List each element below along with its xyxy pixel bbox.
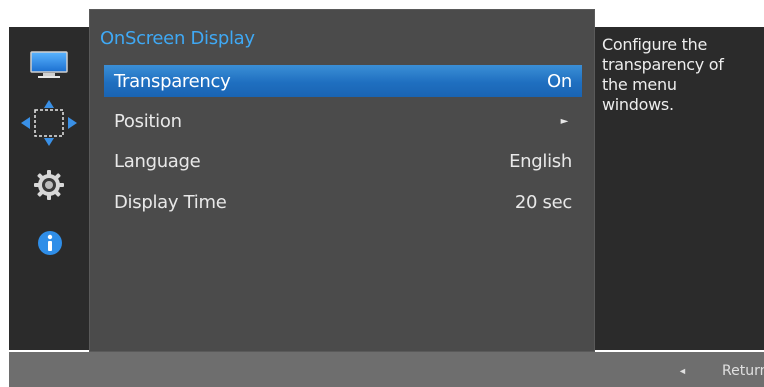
bottom-bar — [9, 352, 764, 387]
menu-item-value: English — [509, 150, 572, 172]
submenu-arrow-icon: ► — [560, 115, 569, 127]
settings-gear-icon[interactable] — [32, 168, 66, 202]
info-icon[interactable] — [37, 230, 63, 256]
return-button[interactable]: Return — [722, 363, 764, 379]
menu-item-transparency[interactable]: Transparency On — [104, 65, 582, 97]
menu-item-label: Position — [114, 110, 182, 132]
osd-screen: OnScreen Display Transparency On Positio… — [0, 0, 764, 387]
menu-title: OnScreen Display — [100, 28, 255, 49]
menu-item-label: Transparency — [114, 70, 231, 92]
menu-item-value: 20 sec — [514, 191, 572, 213]
monitor-icon[interactable] — [29, 50, 69, 80]
menu-item-position[interactable]: Position ► — [104, 105, 582, 137]
size-position-icon[interactable] — [21, 100, 77, 146]
menu-item-label: Display Time — [114, 191, 227, 213]
menu-panel — [89, 9, 595, 352]
menu-item-label: Language — [114, 150, 201, 172]
menu-item-language[interactable]: Language English — [104, 145, 582, 177]
menu-item-value: On — [547, 70, 572, 92]
return-arrow-icon: ◄ — [678, 366, 687, 376]
menu-item-display-time[interactable]: Display Time 20 sec — [104, 186, 582, 218]
help-description: Configure the transparency of the menu w… — [602, 35, 724, 114]
